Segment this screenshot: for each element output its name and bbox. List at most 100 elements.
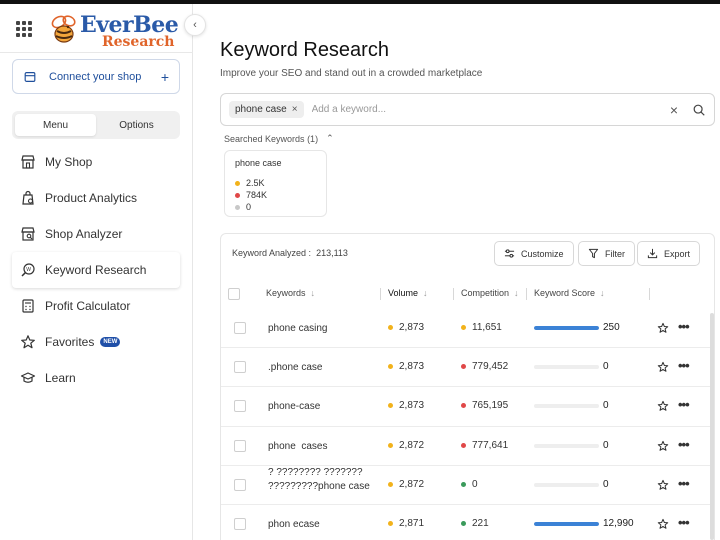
download-icon xyxy=(647,248,658,259)
table-scrollbar[interactable] xyxy=(710,313,714,540)
score-bar xyxy=(534,482,599,487)
row-keyword[interactable]: phone cases xyxy=(268,440,373,454)
customize-button[interactable]: Customize xyxy=(494,241,574,266)
more-options-icon[interactable]: ••• xyxy=(678,516,690,529)
row-checkbox[interactable] xyxy=(234,400,246,413)
svg-text:W: W xyxy=(26,267,31,273)
more-options-icon[interactable]: ••• xyxy=(678,320,690,333)
connect-shop-button[interactable]: Connect your shop + xyxy=(12,59,180,94)
favorite-star-icon[interactable] xyxy=(657,322,669,334)
searched-keyword-card[interactable]: phone case 2.5K 784K 0 xyxy=(224,150,327,217)
everbee-logo[interactable]: EverBee Research xyxy=(48,13,179,50)
favorite-star-icon[interactable] xyxy=(657,518,669,530)
score-fill xyxy=(534,326,599,330)
apps-grid-icon[interactable] xyxy=(16,21,32,37)
keyword-input[interactable] xyxy=(311,104,670,115)
more-options-icon[interactable]: ••• xyxy=(678,477,690,490)
chevron-up-icon: ⌃ xyxy=(326,133,334,143)
row-keyword[interactable]: phon ecase xyxy=(268,518,373,532)
keyword-chip[interactable]: phone case × xyxy=(229,101,304,118)
row-keyword[interactable]: phone casing xyxy=(268,322,373,336)
calculator-icon xyxy=(22,299,34,313)
sidebar-item-my-shop[interactable]: My Shop xyxy=(12,144,180,180)
card-competition-value: 784K xyxy=(246,190,268,200)
volume-dot xyxy=(388,364,393,370)
filter-button[interactable]: Filter xyxy=(578,241,635,266)
table-row[interactable]: phone-case 2,873 765,195 0 ••• xyxy=(221,387,714,427)
row-checkbox[interactable] xyxy=(234,322,246,334)
keywords-analyzed-label: Keyword Analyzed : xyxy=(232,248,312,258)
row-checkbox[interactable] xyxy=(234,439,246,452)
new-badge: NEW xyxy=(100,337,121,347)
row-volume: 2,871 xyxy=(388,518,424,529)
column-keywords[interactable]: Keywords ↓ xyxy=(266,288,315,298)
table-row[interactable]: .phone case 2,873 779,452 0 ••• xyxy=(221,348,714,388)
row-checkbox[interactable] xyxy=(234,478,246,491)
column-divider xyxy=(526,288,527,300)
volume-dot xyxy=(388,325,393,330)
export-button[interactable]: Export xyxy=(637,241,701,266)
store-icon xyxy=(21,155,35,169)
sidebar-item-product-analytics[interactable]: Product Analytics xyxy=(12,180,180,216)
table-row[interactable]: phone casing 2,873 11,651 250 ••• xyxy=(221,309,714,349)
customize-label: Customize xyxy=(521,248,564,259)
sliders-icon xyxy=(504,249,515,258)
more-options-icon[interactable]: ••• xyxy=(678,398,690,411)
favorite-star-icon[interactable] xyxy=(657,400,669,412)
column-keywords-label: Keywords xyxy=(266,288,306,298)
tab-menu[interactable]: Menu xyxy=(15,114,96,136)
searched-keywords-label: Searched Keywords xyxy=(224,133,305,144)
column-competition[interactable]: Competition ↓ xyxy=(461,288,519,298)
row-checkbox[interactable] xyxy=(234,361,246,374)
page-subtitle: Improve your SEO and stand out in a crow… xyxy=(220,68,483,79)
table-row[interactable]: ? ???????? ??????? ?????????phone case 2… xyxy=(221,466,714,505)
row-competition-value: 0 xyxy=(472,478,478,490)
sort-icon: ↓ xyxy=(423,288,428,298)
column-divider xyxy=(453,288,454,300)
table-row[interactable]: phone cases 2,872 777,641 0 ••• xyxy=(221,427,714,466)
favorite-star-icon[interactable] xyxy=(657,440,669,452)
searched-keyword-title: phone case xyxy=(235,158,282,168)
clear-search-icon[interactable]: × xyxy=(670,102,678,118)
row-keyword[interactable]: phone-case xyxy=(268,400,373,414)
row-keyword[interactable]: ? ???????? ??????? ?????????phone case xyxy=(268,466,373,494)
sidebar-item-keyword-research[interactable]: W Keyword Research xyxy=(12,252,180,288)
export-label: Export xyxy=(664,248,691,259)
sidebar-item-favorites[interactable]: Favorites NEW xyxy=(12,324,180,360)
column-competition-label: Competition xyxy=(461,288,510,298)
competition-dot xyxy=(461,481,466,487)
select-all-checkbox[interactable] xyxy=(228,288,240,300)
sort-icon: ↓ xyxy=(310,288,316,298)
searched-keywords-toggle[interactable]: Searched Keywords (1) ⌃ xyxy=(224,133,334,144)
search-icon[interactable] xyxy=(692,103,706,117)
column-volume[interactable]: Volume ↓ xyxy=(388,288,428,298)
row-volume-value: 2,872 xyxy=(399,478,425,490)
sidebar-item-shop-analyzer[interactable]: Shop Analyzer xyxy=(12,216,180,252)
row-volume-value: 2,873 xyxy=(399,322,425,333)
volume-dot xyxy=(388,442,393,448)
row-keyword[interactable]: .phone case xyxy=(268,361,373,375)
row-checkbox[interactable] xyxy=(234,517,246,530)
row-score: 250 xyxy=(603,322,620,333)
sidebar-item-profit-calculator[interactable]: Profit Calculator xyxy=(12,288,180,324)
column-divider xyxy=(380,288,381,300)
bee-icon xyxy=(51,15,76,43)
table-row[interactable]: phon ecase 2,871 221 12,990 ••• xyxy=(221,505,714,540)
favorite-star-icon[interactable] xyxy=(657,361,669,373)
more-options-icon[interactable]: ••• xyxy=(678,359,690,372)
collapse-sidebar-button[interactable]: ‹ xyxy=(184,14,206,36)
row-volume: 2,873 xyxy=(388,400,424,411)
connect-shop-label: Connect your shop xyxy=(49,70,142,83)
chip-close-icon[interactable]: × xyxy=(292,104,298,115)
row-competition: 765,195 xyxy=(461,400,508,411)
more-options-icon[interactable]: ••• xyxy=(678,438,690,451)
column-volume-label: Volume xyxy=(388,288,419,298)
column-keyword-score[interactable]: Keyword Score ↓ xyxy=(534,288,605,298)
table-toolbar: Keyword Analyzed : 213,113 Customize Fil… xyxy=(221,234,714,274)
tab-options[interactable]: Options xyxy=(96,114,177,136)
sidebar-item-learn[interactable]: Learn xyxy=(12,360,180,396)
keyword-table: Keyword Analyzed : 213,113 Customize Fil… xyxy=(220,233,715,540)
row-volume: 2,873 xyxy=(388,361,424,372)
favorite-star-icon[interactable] xyxy=(657,479,669,491)
star-icon xyxy=(21,335,35,349)
